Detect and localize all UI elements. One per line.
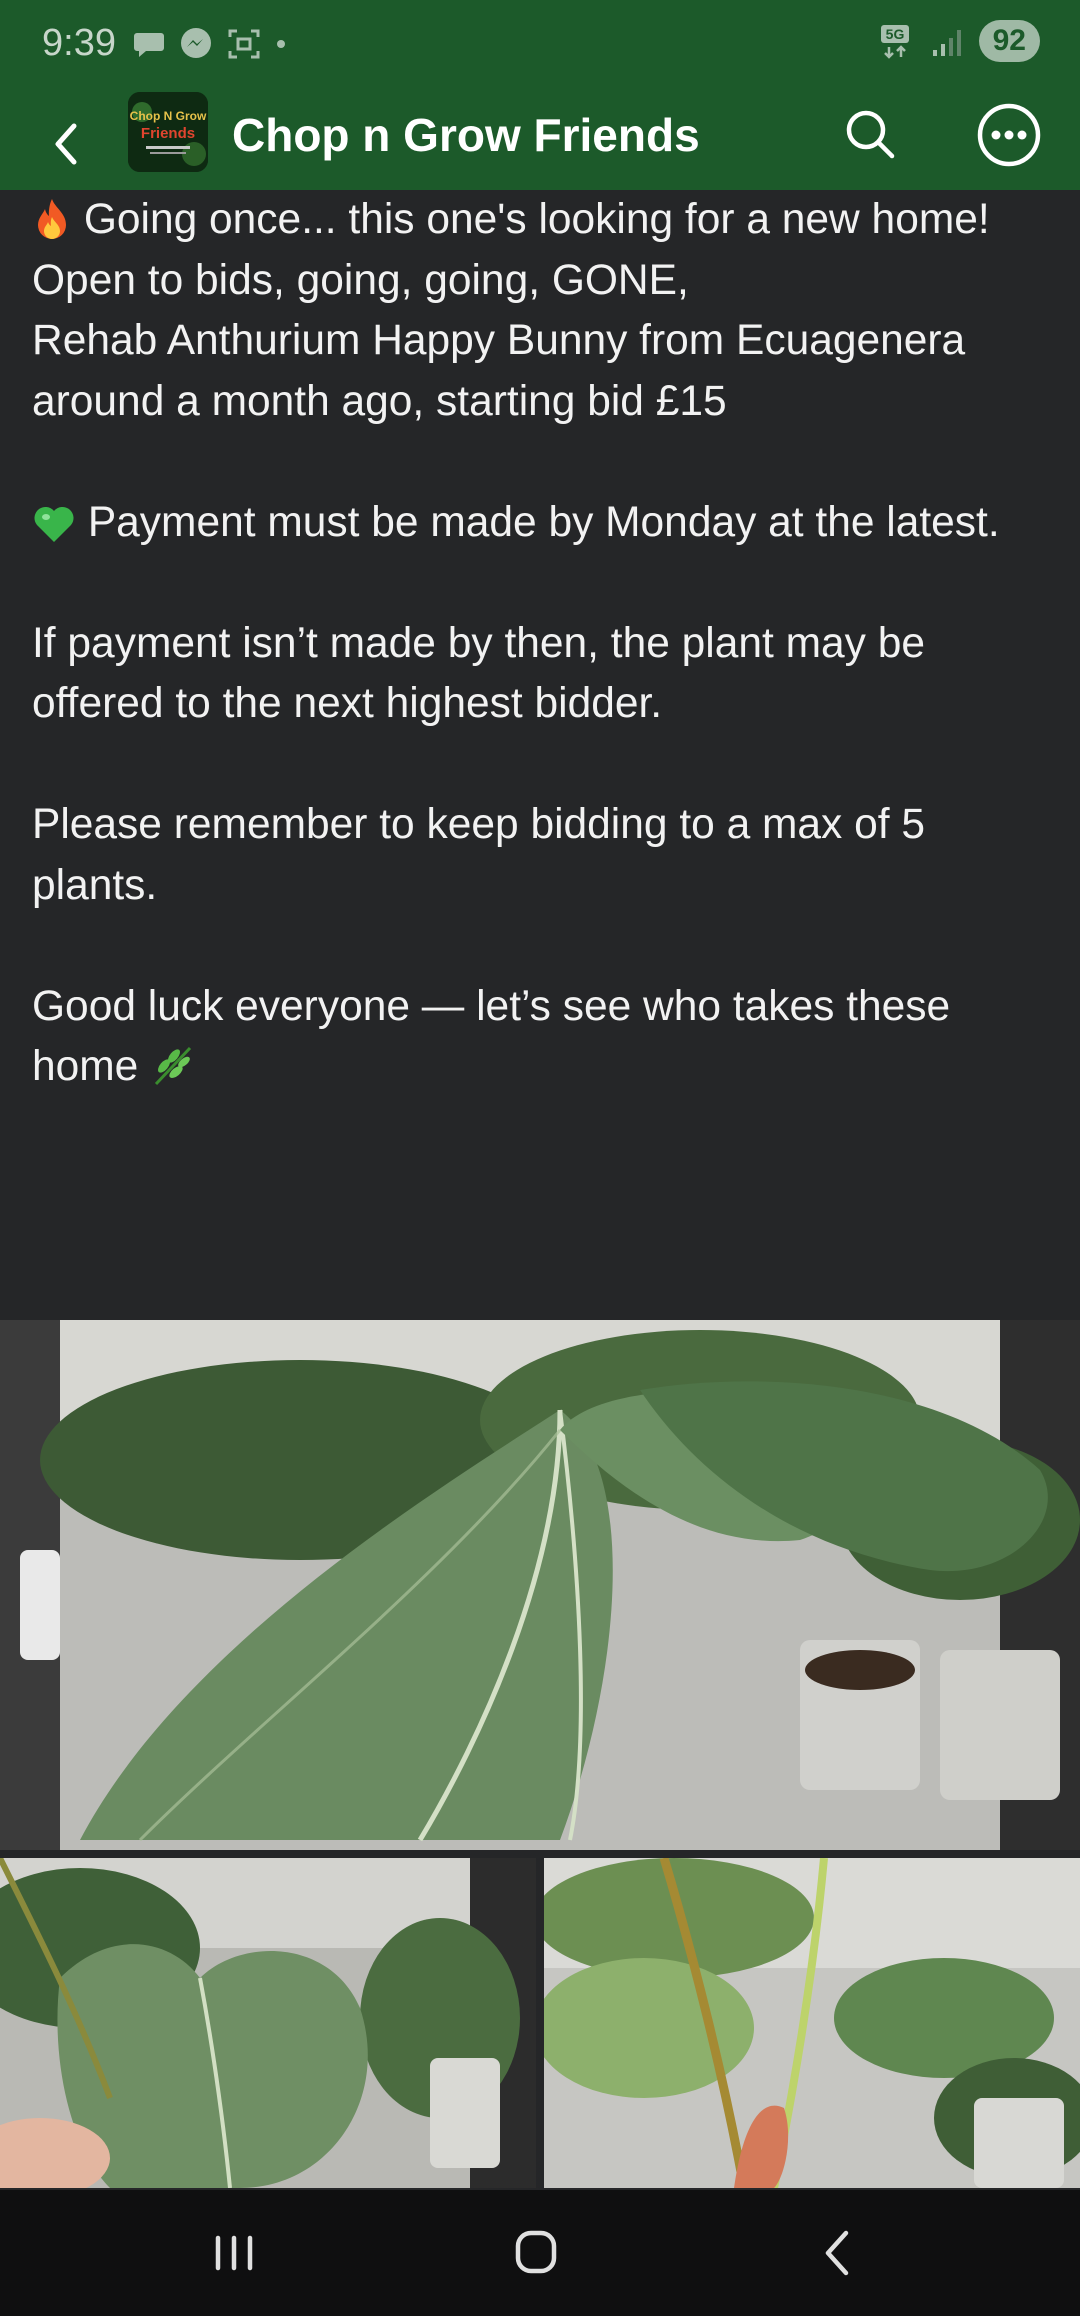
battery-indicator: 92 [978,20,1040,62]
post-warning: If payment isn’t made by then, the plant… [32,619,925,728]
status-bar: 9:39 5G 92 [0,0,1080,92]
back-arrow-icon[interactable] [38,114,98,174]
system-nav-bar [0,2190,1080,2316]
herb-icon [155,1046,192,1086]
network-5g-icon: 5G [880,25,909,59]
dot-icon [277,40,285,48]
post-photo-2[interactable] [0,1858,536,2188]
post-line-3: Rehab Anthurium Happy Bunny from Ecuagen… [32,317,966,425]
chat-bubble-icon [134,33,164,57]
post-photo-3[interactable] [544,1858,1080,2188]
post-line-2: Open to bids, going, going, GONE, [32,256,689,304]
group-title[interactable]: Chop n Grow Friends [232,108,700,162]
post-body: Going once... this one's looking for a n… [32,190,1052,1098]
notification-icons [132,26,288,62]
back-nav-icon[interactable] [798,2218,878,2288]
home-icon[interactable] [496,2218,576,2288]
post-closing: Good luck everyone — let’s see who takes… [32,977,1052,1098]
payment-text: Payment must be made by Monday at the la… [87,498,1000,546]
svg-text:5G: 5G [885,26,904,42]
post-photo-main[interactable] [0,1320,1080,1850]
group-logo: Chop N Grow Friends [128,92,208,172]
recent-apps-icon[interactable] [194,2218,274,2288]
messenger-icon [181,28,211,58]
status-time: 9:39 [42,22,116,64]
post-reminder: Please remember to keep bidding to a max… [32,801,925,909]
signal-icon [932,30,961,56]
post-line-going-once: Going once... this one's looking for a n… [32,190,1052,251]
system-icons: 5G 92 [877,20,1040,62]
screenshot-icon [228,29,260,59]
fire-icon [38,199,66,239]
post-line-1: Going once... this one's looking for a n… [83,196,990,243]
svg-text:Friends: Friends [141,125,195,142]
group-avatar[interactable]: Chop N Grow Friends [128,92,208,172]
more-options-icon[interactable] [974,100,1044,170]
search-icon[interactable] [838,102,902,166]
green-heart-icon [34,506,74,542]
post-payment: Payment must be made by Monday at the la… [32,493,1052,554]
svg-text:Chop N Grow: Chop N Grow [130,109,207,123]
